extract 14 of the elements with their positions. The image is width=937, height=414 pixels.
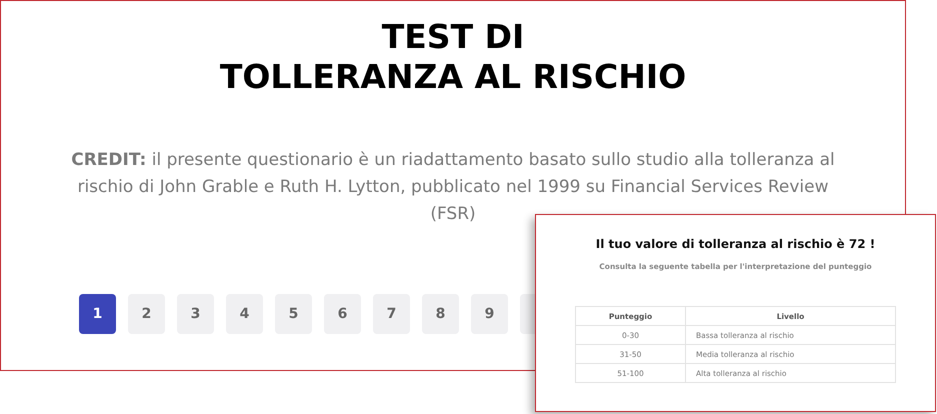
page-button[interactable] xyxy=(520,294,536,334)
page-button[interactable]: 4 xyxy=(226,294,263,334)
page-title: TOLLERANZA AL RISCHIO xyxy=(220,57,686,97)
page-button[interactable]: 3 xyxy=(177,294,214,334)
page-button[interactable]: 6 xyxy=(324,294,361,334)
result-title: Il tuo valore di tolleranza al rischio è 72 ! xyxy=(596,236,876,253)
page-button[interactable]: 5 xyxy=(275,294,312,334)
page-button[interactable]: 1 xyxy=(79,294,116,334)
page-title: TEST DI xyxy=(382,17,524,57)
page-button[interactable]: 9 xyxy=(471,294,508,334)
page-button[interactable]: 2 xyxy=(128,294,165,334)
credit-text: CREDIT: il presente questionario è un riadattamento basato sullo studio alla tolleranza al rischio di John Grable e Ruth H. Lytton, pubblicato nel 1999 su Financial Services Review (FSR) xyxy=(70,149,836,226)
page-button[interactable]: 7 xyxy=(373,294,410,334)
page-button[interactable]: 8 xyxy=(422,294,459,334)
